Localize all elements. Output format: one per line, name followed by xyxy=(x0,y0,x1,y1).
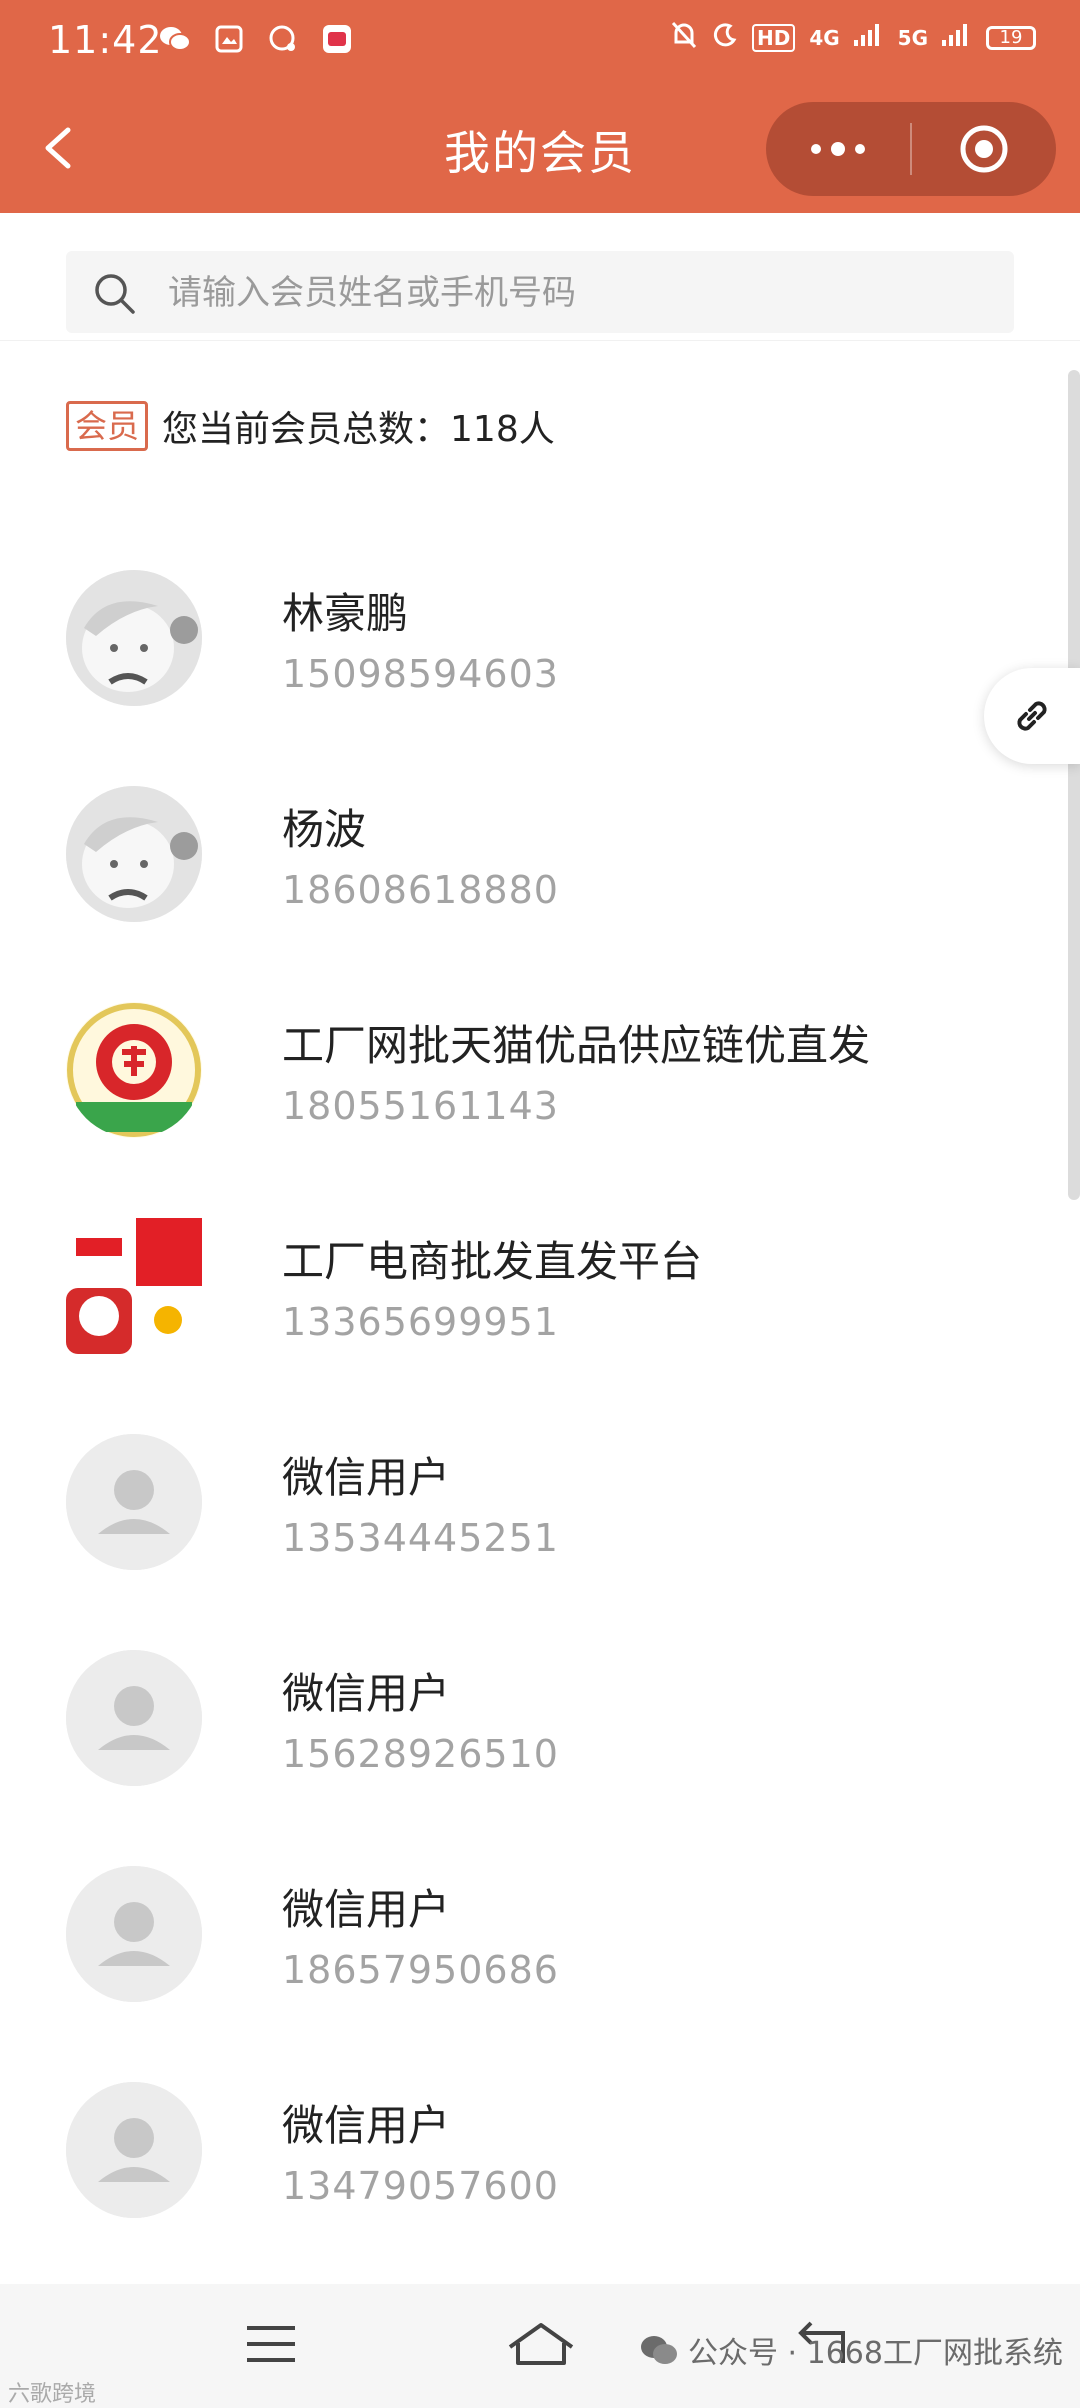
watermark-text: 公众号 · 1668工厂网批系统 xyxy=(688,2336,1063,2371)
member-name: 林豪鹏 xyxy=(282,589,409,638)
network-4g-label: 4G xyxy=(809,25,840,50)
list-item[interactable]: 林豪鹏 15098594603 xyxy=(0,540,1060,756)
member-phone: 15628926510 xyxy=(282,1732,559,1776)
list-item[interactable]: 工厂网批天猫优品供应链优直发 18055161143 xyxy=(0,972,1060,1188)
home-button[interactable] xyxy=(506,2314,576,2374)
member-name: 工厂网批天猫优品供应链优直发 xyxy=(282,1021,871,1070)
target-icon xyxy=(960,125,1008,173)
member-name: 工厂电商批发直发平台 xyxy=(282,1237,703,1286)
list-item[interactable]: 工厂电商批发直发平台 13365699951 xyxy=(0,1188,1060,1404)
member-name: 微信用户 xyxy=(282,1669,451,1718)
list-item[interactable]: 微信用户 15628926510 xyxy=(0,1620,1060,1836)
person-icon xyxy=(66,1866,202,2002)
cartoon-avatar xyxy=(66,786,202,922)
member-name: 微信用户 xyxy=(282,1885,451,1934)
wechat-icon xyxy=(158,22,192,56)
fu-logo-avatar xyxy=(66,1002,202,1138)
status-bar: 11:42 HD 4G 5G 19 xyxy=(0,0,1080,84)
search-icon xyxy=(95,274,135,314)
menu-button[interactable] xyxy=(236,2314,306,2374)
signal-icon-2 xyxy=(942,24,972,51)
person-icon xyxy=(66,1650,202,1786)
member-name: 微信用户 xyxy=(282,1453,451,1502)
member-summary: 会员 您当前会员总数：118人 xyxy=(66,400,555,452)
status-time: 11:42 xyxy=(48,18,163,62)
member-phone: 13534445251 xyxy=(282,1516,559,1560)
member-phone: 13365699951 xyxy=(282,1300,559,1344)
signal-icon xyxy=(853,24,884,51)
member-tag: 会员 xyxy=(66,401,149,451)
list-item[interactable]: 杨波 18608618880 xyxy=(0,756,1060,972)
mute-icon xyxy=(670,20,698,55)
default-avatar xyxy=(66,1434,202,1570)
member-name: 微信用户 xyxy=(282,2101,451,2150)
app-header: 11:42 HD 4G 5G 19 我的会员 xyxy=(0,0,1080,213)
member-count-text: 您当前会员总数：118人 xyxy=(162,409,555,450)
network-5g-label: 5G xyxy=(897,25,928,50)
corner-watermark: 六歌跨境 xyxy=(8,2382,97,2407)
wechat-icon xyxy=(641,2336,677,2364)
watermark: 公众号 · 1668工厂网批系统 xyxy=(640,2328,1063,2372)
member-list: 林豪鹏 15098594603 杨波 18608618880 工厂网批天猫优品供… xyxy=(0,540,1060,2268)
person-icon xyxy=(66,1434,202,1570)
default-avatar xyxy=(66,1866,202,2002)
member-phone: 18657950686 xyxy=(282,1948,559,1992)
chat-bubble-icon xyxy=(266,22,300,56)
default-avatar xyxy=(66,1650,202,1786)
notification-icons xyxy=(158,22,354,56)
member-phone: 15098594603 xyxy=(282,652,559,696)
cartoon-avatar xyxy=(66,570,202,706)
more-dots-icon xyxy=(811,144,821,154)
menu-icon xyxy=(247,2326,295,2362)
home-icon xyxy=(508,2323,574,2365)
member-phone: 13479057600 xyxy=(282,2164,559,2208)
list-item[interactable]: 微信用户 13479057600 xyxy=(0,2052,1060,2268)
moon-icon xyxy=(712,22,738,53)
member-name: 杨波 xyxy=(282,805,367,854)
close-miniprogram-button[interactable] xyxy=(912,102,1056,196)
search-input[interactable] xyxy=(166,251,990,335)
list-item[interactable]: 微信用户 18657950686 xyxy=(0,1836,1060,2052)
search-box[interactable] xyxy=(66,251,1014,335)
hd-label: HD xyxy=(751,23,796,52)
link-icon xyxy=(1017,701,1047,731)
more-button[interactable] xyxy=(766,102,910,196)
ecommerce-logos-avatar xyxy=(66,1218,202,1354)
member-phone: 18608618880 xyxy=(282,868,559,912)
gallery-icon xyxy=(212,22,246,56)
search-bar xyxy=(0,213,1080,341)
member-phone: 18055161143 xyxy=(282,1084,559,1128)
shopping-app-icon xyxy=(320,22,354,56)
miniprogram-capsule xyxy=(766,102,1056,196)
list-item[interactable]: 微信用户 13534445251 xyxy=(0,1404,1060,1620)
person-icon xyxy=(66,2082,202,2218)
share-link-button[interactable] xyxy=(984,668,1080,764)
default-avatar xyxy=(66,2082,202,2218)
system-status: HD 4G 5G 19 xyxy=(670,20,1036,55)
battery-indicator: 19 xyxy=(986,25,1036,50)
scrollbar[interactable] xyxy=(1068,370,1080,1200)
